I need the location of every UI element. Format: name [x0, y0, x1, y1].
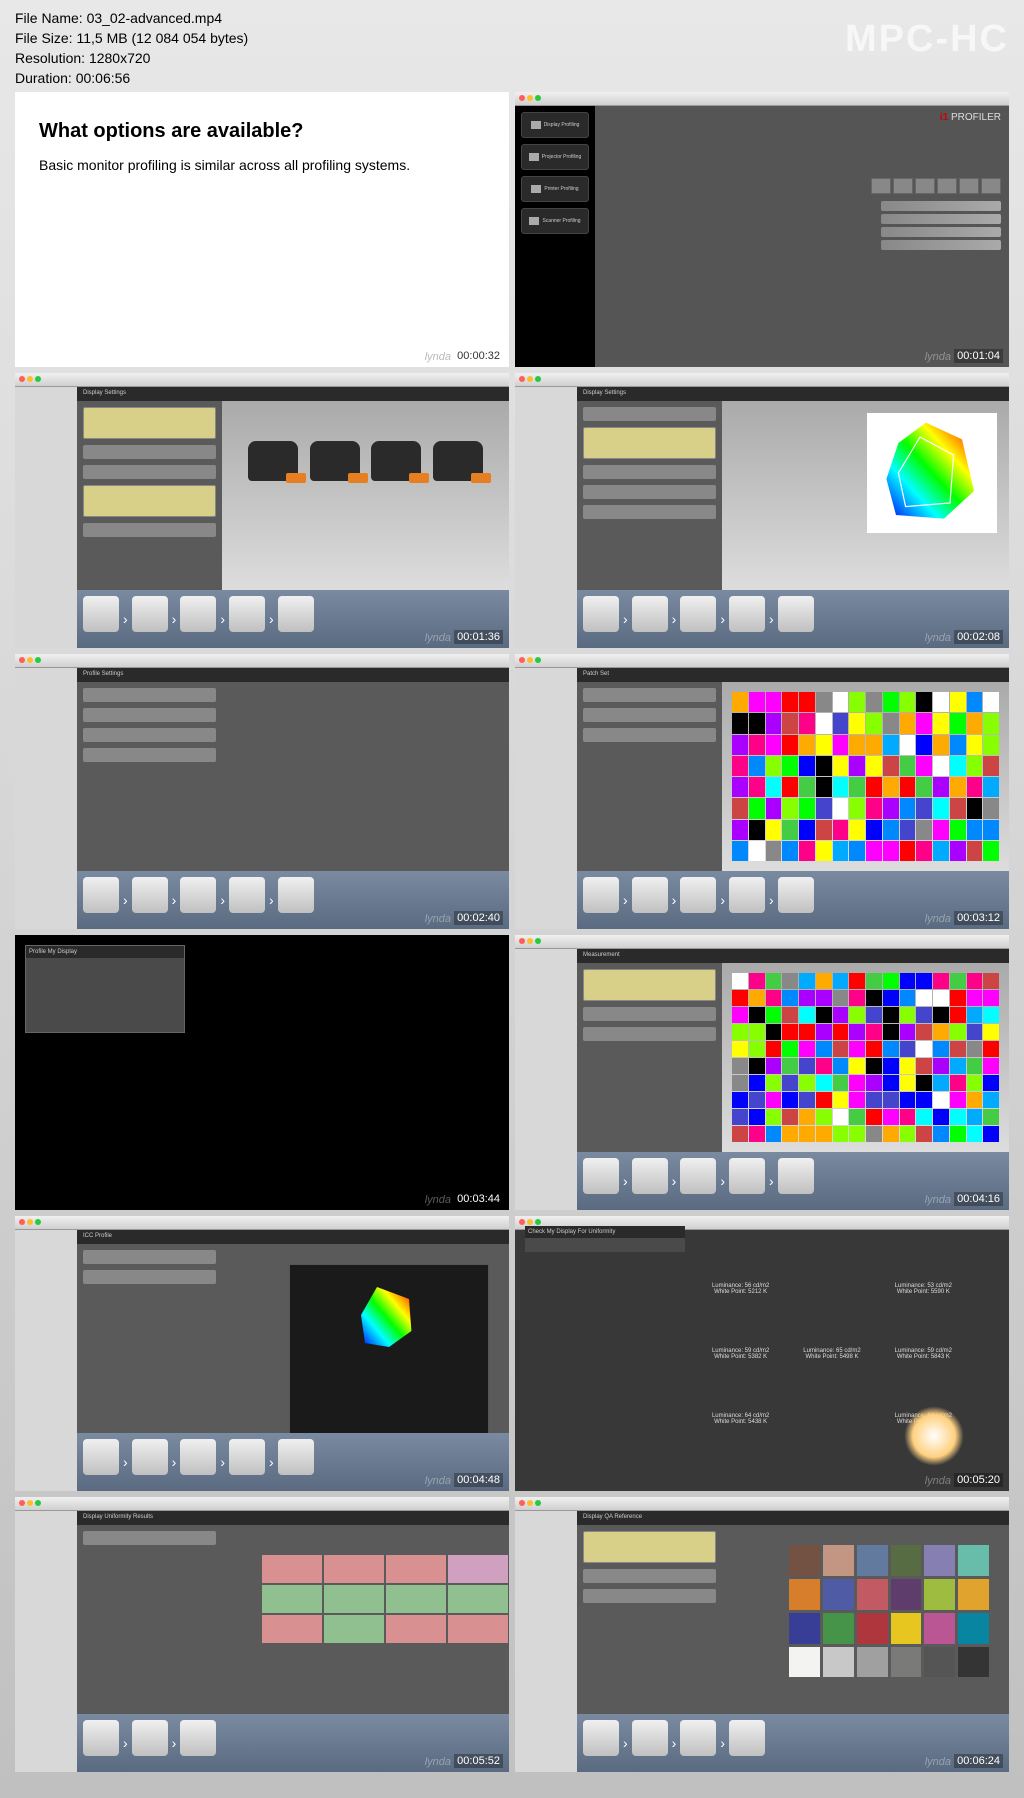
file-resolution: 1280x720 — [89, 50, 151, 66]
thumbnail[interactable]: Display Uniformity Results ›› lynda 00:0… — [15, 1497, 509, 1772]
thumbnail[interactable]: Display Profiling Projector Profiling Pr… — [515, 92, 1009, 367]
file-size: 11,5 MB (12 084 054 bytes) — [76, 30, 248, 46]
thumbnail[interactable]: Display QA Reference ››› lynda 00:06:24 — [515, 1497, 1009, 1772]
settings-panel — [77, 401, 222, 590]
projector-profiling-button[interactable]: Projector Profiling — [521, 144, 589, 170]
window-titlebar — [515, 92, 1009, 106]
measurement-patches — [732, 973, 999, 1142]
slide-body: Basic monitor profiling is similar acros… — [15, 155, 509, 176]
colorchecker-chart — [789, 1545, 989, 1677]
icon-row — [871, 178, 1001, 194]
workflow-step[interactable] — [278, 596, 314, 632]
file-info-block: File Name: 03_02-advanced.mp4 File Size:… — [15, 8, 248, 88]
device-icon — [248, 441, 298, 481]
workflow-step[interactable] — [132, 596, 168, 632]
slide-title: What options are available? — [15, 92, 509, 155]
device-icon — [310, 441, 360, 481]
profiling-sidebar: Display Profiling Projector Profiling Pr… — [515, 106, 595, 367]
profile-dialog: Profile My Display — [25, 945, 185, 1033]
watermark: lynda — [425, 351, 451, 363]
cursor-highlight — [904, 1406, 964, 1466]
preview-panel — [222, 401, 509, 590]
section-header: Display Settings — [77, 387, 509, 401]
progress-bars — [881, 201, 1001, 253]
file-name: 03_02-advanced.mp4 — [87, 10, 222, 26]
app-logo: MPC-HC — [845, 18, 1009, 61]
workflow-step[interactable] — [180, 596, 216, 632]
thumbnail[interactable]: Patch Set ›››› lynda 00:03:12 — [515, 654, 1009, 929]
file-duration: 00:06:56 — [76, 70, 131, 86]
display-profiling-button[interactable]: Display Profiling — [521, 112, 589, 138]
icc-result-box — [289, 1264, 489, 1444]
brand-label: i1 i1 PROFILERPROFILER — [940, 112, 1001, 123]
thumbnail[interactable]: Check My Display For Uniformity Luminanc… — [515, 1216, 1009, 1491]
thumbnail[interactable]: Measurement ›››› lynda 00:04:16 — [515, 935, 1009, 1210]
thumbnail[interactable]: Display Settings › › › › lynda 00:01:36 — [15, 373, 509, 648]
thumbnail[interactable]: Display Settings ›››› lynda 00:02:08 — [515, 373, 1009, 648]
uniformity-dialog: Check My Display For Uniformity — [525, 1226, 685, 1252]
watermark: lynda — [925, 351, 951, 363]
timestamp: 00:01:04 — [954, 349, 1003, 363]
timestamp: 00:00:32 — [454, 349, 503, 363]
workflow-step[interactable] — [229, 596, 265, 632]
printer-profiling-button[interactable]: Printer Profiling — [521, 176, 589, 202]
device-icon — [433, 441, 483, 481]
workflow-step[interactable] — [83, 596, 119, 632]
assets-sidebar — [15, 387, 77, 648]
gamut-chart — [867, 413, 997, 533]
patch-set — [732, 692, 999, 861]
thumbnail[interactable]: What options are available? Basic monito… — [15, 92, 509, 367]
thumbnail[interactable]: ICC Profile ›››› lynda 00:04:48 — [15, 1216, 509, 1491]
device-icon — [371, 441, 421, 481]
main-panel: i1 i1 PROFILERPROFILER — [595, 106, 1009, 367]
thumbnail[interactable]: Profile My Display lynda 00:03:44 — [15, 935, 509, 1210]
thumbnail-grid: What options are available? Basic monito… — [15, 92, 1009, 1772]
uniformity-table — [262, 1555, 508, 1643]
scanner-profiling-button[interactable]: Scanner Profiling — [521, 208, 589, 234]
thumbnail[interactable]: Profile Settings ›››› lynda 00:02:40 — [15, 654, 509, 929]
